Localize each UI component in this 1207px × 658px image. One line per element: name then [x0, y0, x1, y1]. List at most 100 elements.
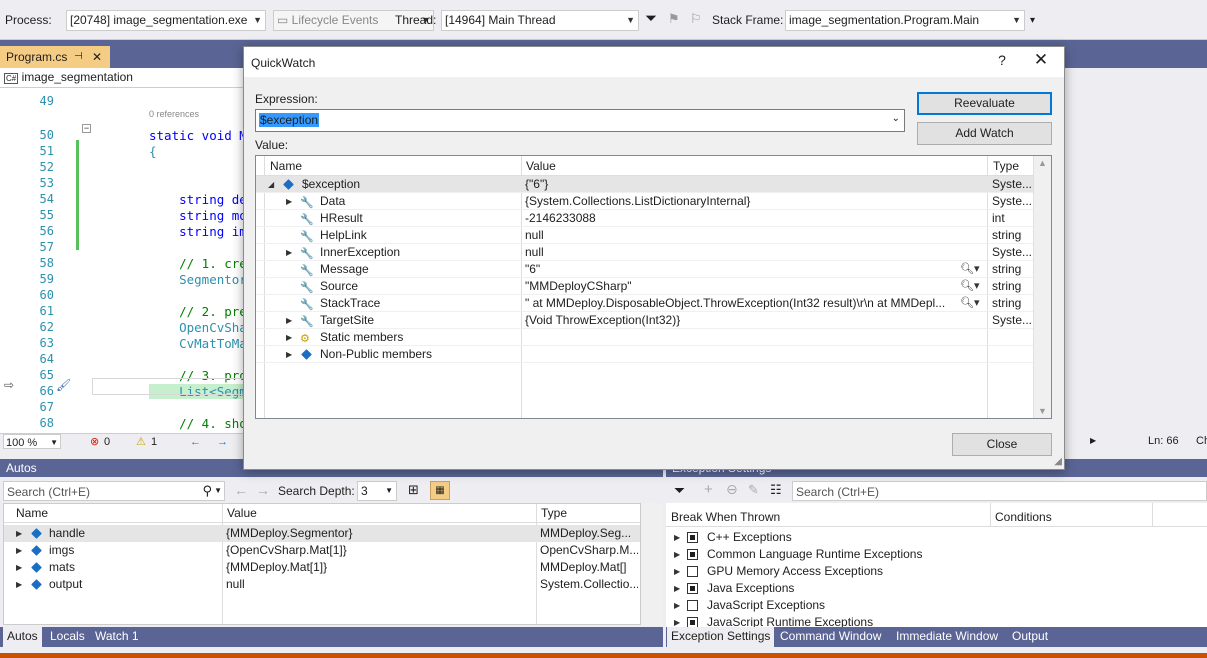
code-line[interactable]: string mo: [149, 208, 245, 223]
close-button[interactable]: Close: [952, 433, 1052, 456]
nav-back-icon[interactable]: ←: [190, 434, 201, 450]
tab-program-cs[interactable]: Program.cs ⊣ ✕: [0, 46, 110, 68]
pin-icon[interactable]: ⊣: [74, 46, 83, 68]
code-line[interactable]: string de: [149, 192, 245, 207]
list-item[interactable]: ▶ JavaScript Runtime Exceptions: [666, 614, 1207, 627]
code-line[interactable]: string im: [149, 224, 245, 239]
tab-command-window[interactable]: Command Window: [776, 627, 885, 647]
var-value[interactable]: null: [226, 576, 532, 593]
tab-output[interactable]: Output: [1008, 627, 1052, 647]
expand-icon[interactable]: ▶: [674, 563, 680, 580]
quickwatch-scrollbar[interactable]: ▲ ▼: [1033, 156, 1051, 418]
exception-checkbox[interactable]: [687, 566, 698, 577]
search-icon[interactable]: ⚲: [202, 483, 212, 499]
member-value[interactable]: null: [525, 227, 983, 244]
table-row[interactable]: ▶ mats {MMDeploy.Mat[1]} MMDeploy.Mat[]: [4, 559, 640, 576]
table-row[interactable]: ▶ Non-Public members: [256, 346, 1033, 363]
list-item[interactable]: ▶ C++ Exceptions: [666, 529, 1207, 546]
exception-checkbox[interactable]: [687, 532, 698, 543]
expand-icon[interactable]: ▶: [286, 329, 292, 346]
expand-icon[interactable]: ▶: [286, 244, 292, 261]
col-break-when-thrown[interactable]: Break When Thrown: [671, 510, 780, 524]
var-value[interactable]: {MMDeploy.Mat[1]}: [226, 559, 532, 576]
process-combo[interactable]: [20748] image_segmentation.exe ▼: [66, 10, 266, 31]
column-divider[interactable]: [990, 503, 991, 527]
text-visualizer-icon[interactable]: 🔍︎▾: [960, 278, 980, 295]
thread-combo[interactable]: [14964] Main Thread ▼: [441, 10, 639, 31]
tab-exception-settings[interactable]: Exception Settings: [667, 627, 775, 647]
quickwatch-value-grid[interactable]: Name Value Type ◢ $exception {"6"} Syste...…: [255, 155, 1052, 419]
table-row[interactable]: ▶ 🔧 TargetSite {Void ThrowException(Int32)}…: [256, 312, 1033, 329]
text-visualizer-icon[interactable]: 🔍︎▾: [960, 261, 980, 278]
close-icon[interactable]: ✕: [1030, 50, 1052, 70]
zoom-combo[interactable]: 100 % ▼: [3, 434, 61, 449]
navigation-bar[interactable]: C# image_segmentation: [0, 68, 245, 88]
filter-icon[interactable]: ⏷: [645, 10, 657, 27]
resize-grip-icon[interactable]: ◢: [1054, 456, 1062, 467]
expression-text[interactable]: $exception: [259, 113, 320, 127]
scroll-down-icon[interactable]: ▼: [1038, 406, 1047, 416]
var-value[interactable]: {MMDeploy.Segmentor}: [226, 525, 532, 542]
edit-and-continue-icon[interactable]: 🖌: [56, 378, 71, 392]
collapse-icon[interactable]: ◢: [268, 176, 274, 193]
qw-col-name[interactable]: Name: [270, 159, 302, 173]
column-divider[interactable]: [1152, 503, 1153, 527]
list-item[interactable]: ▶ GPU Memory Access Exceptions: [666, 563, 1207, 580]
add-icon[interactable]: +: [704, 481, 713, 498]
tab-watch-1[interactable]: Watch 1: [91, 627, 143, 647]
exception-checkbox[interactable]: [687, 617, 698, 627]
code-line[interactable]: Segmentor: [149, 272, 245, 287]
expand-icon[interactable]: ▶: [286, 346, 292, 363]
expand-icon[interactable]: ▶: [674, 546, 680, 563]
expand-icon[interactable]: ▶: [286, 193, 292, 210]
tab-locals[interactable]: Locals: [46, 627, 89, 647]
code-line[interactable]: // 2. pre: [149, 304, 245, 319]
table-row[interactable]: ▶ output null System.Collectio...: [4, 576, 640, 593]
close-icon[interactable]: ✕: [92, 46, 102, 68]
table-row[interactable]: 🔧 Source "MMDeployCSharp" 🔍︎▾ string: [256, 278, 1033, 295]
error-icon[interactable]: ⊗: [90, 434, 99, 450]
search-forward-icon[interactable]: →: [256, 482, 270, 498]
tab-immediate-window[interactable]: Immediate Window: [892, 627, 1002, 647]
table-row[interactable]: 🔧 HResult -2146233088 int: [256, 210, 1033, 227]
table-row[interactable]: ▶ 🔧 InnerException null Syste...: [256, 244, 1033, 261]
autos-col-type[interactable]: Type: [541, 506, 567, 520]
collapse-icon[interactable]: −: [82, 124, 91, 133]
list-item[interactable]: ▶ Java Exceptions: [666, 580, 1207, 597]
expand-icon[interactable]: ▶: [16, 542, 22, 559]
tab-autos[interactable]: Autos: [3, 627, 42, 647]
member-value[interactable]: {"6"}: [525, 176, 983, 193]
chevron-down-icon[interactable]: ⌄: [892, 113, 900, 124]
autos-search-box[interactable]: Search (Ctrl+E) ⚲ ▼: [3, 481, 225, 501]
quickwatch-titlebar[interactable]: QuickWatch ? ✕: [244, 47, 1064, 77]
edit-conditions-icon[interactable]: ✎: [748, 482, 759, 498]
expand-icon[interactable]: ▶: [16, 576, 22, 593]
toolbar-overflow-icon[interactable]: ▾: [1030, 15, 1035, 26]
filter-icon[interactable]: ⏷: [674, 482, 685, 499]
table-row[interactable]: 🔧 Message "6" 🔍︎▾ string: [256, 261, 1033, 278]
code-line[interactable]: CvMatToMa: [149, 336, 245, 351]
member-value[interactable]: " at MMDeploy.DisposableObject.ThrowExce…: [525, 295, 955, 312]
autos-col-value[interactable]: Value: [227, 506, 257, 520]
warning-icon[interactable]: ⚠: [136, 434, 146, 450]
add-watch-button[interactable]: Add Watch: [917, 122, 1052, 145]
var-value[interactable]: {OpenCvSharp.Mat[1]}: [226, 542, 532, 559]
restore-defaults-icon[interactable]: ☷: [770, 482, 782, 498]
exception-checkbox[interactable]: [687, 583, 698, 594]
table-row[interactable]: ▶ imgs {OpenCvSharp.Mat[1]} OpenCvSharp.M..…: [4, 542, 640, 559]
expand-icon[interactable]: ▶: [674, 529, 680, 546]
member-value[interactable]: {System.Collections.ListDictionaryIntern…: [525, 193, 983, 210]
scroll-up-icon[interactable]: ▲: [1038, 158, 1047, 168]
code-line[interactable]: static void M: [149, 128, 245, 143]
list-item[interactable]: ▶ JavaScript Exceptions: [666, 597, 1207, 614]
exception-checkbox[interactable]: [687, 549, 698, 560]
table-row[interactable]: 🔧 StackTrace " at MMDeploy.DisposableObjec…: [256, 295, 1033, 312]
chevron-down-icon[interactable]: ▼: [214, 486, 222, 495]
code-line[interactable]: {: [149, 144, 157, 159]
member-value[interactable]: {Void ThrowException(Int32)}: [525, 312, 983, 329]
codelens-references[interactable]: 0 references: [149, 109, 199, 119]
expand-icon[interactable]: ▶: [674, 580, 680, 597]
stack-frame-combo[interactable]: image_segmentation.Program.Main ▼: [785, 10, 1025, 31]
flag-threads-icon[interactable]: ⚐: [690, 11, 702, 27]
scroll-right-icon[interactable]: ▶: [1090, 433, 1096, 449]
